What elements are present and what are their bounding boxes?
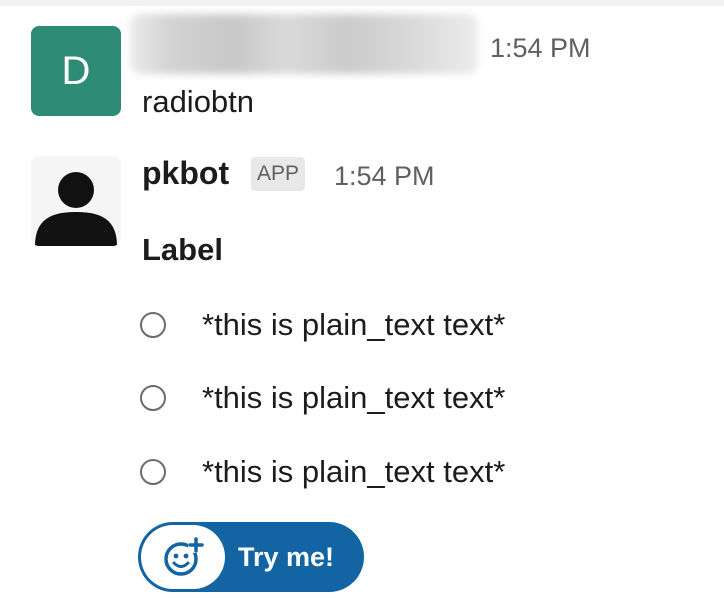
add-emoji-icon: [164, 537, 204, 576]
sender-name[interactable]: pkbot: [142, 155, 229, 192]
radio-option[interactable]: *this is plain_text text*: [140, 378, 505, 418]
try-me-label: Try me!: [238, 541, 335, 572]
sender-name-obscured: [130, 14, 478, 74]
radio-option[interactable]: *this is plain_text text*: [140, 452, 505, 492]
radio-button[interactable]: [140, 312, 166, 338]
message-text: radiobtn: [142, 84, 255, 119]
message-timestamp[interactable]: 1:54 PM: [334, 161, 435, 192]
app-badge: APP: [251, 157, 306, 191]
radio-button[interactable]: [140, 385, 166, 411]
message-timestamp[interactable]: 1:54 PM: [490, 33, 591, 64]
try-me-button[interactable]: Try me!: [138, 522, 364, 592]
add-emoji-icon-wrap: [141, 525, 225, 589]
radio-option[interactable]: *this is plain_text text*: [140, 305, 505, 345]
radio-button[interactable]: [140, 459, 166, 485]
radio-option-label: *this is plain_text text*: [202, 454, 506, 489]
radio-option-label: *this is plain_text text*: [202, 380, 506, 415]
avatar[interactable]: D: [31, 26, 121, 116]
person-icon: [35, 172, 117, 246]
avatar-letter: D: [61, 48, 91, 93]
radio-option-label: *this is plain_text text*: [202, 307, 506, 342]
radio-group-label: Label: [142, 232, 223, 267]
top-divider: [0, 0, 724, 6]
bot-avatar[interactable]: [31, 156, 121, 246]
